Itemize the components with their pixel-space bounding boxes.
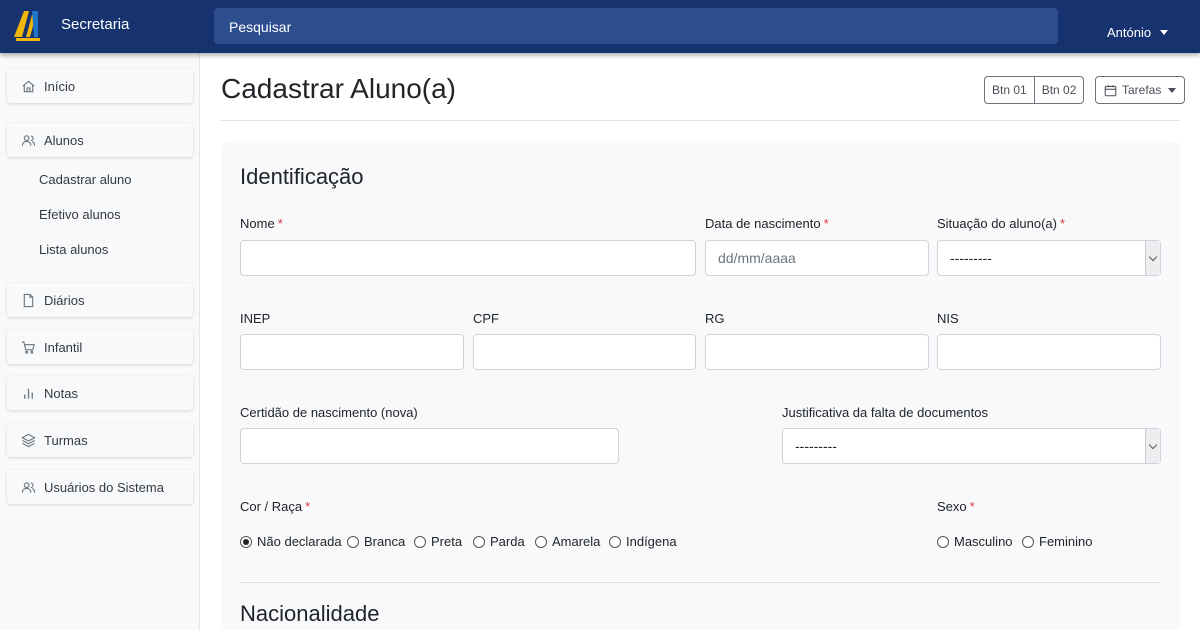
radio-preta[interactable]: Preta — [414, 534, 462, 549]
sidebar-item-inicio[interactable]: Início — [7, 69, 193, 103]
sidebar-item-label: Usuários do Sistema — [44, 479, 164, 495]
sidebar-subitem-cadastrar-aluno[interactable]: Cadastrar aluno — [39, 172, 132, 187]
radio-unchecked-icon — [609, 535, 621, 548]
sidebar-item-diarios[interactable]: Diários — [7, 283, 193, 317]
btn-01-button[interactable]: Btn 01 — [984, 76, 1035, 104]
inep-label: INEP — [240, 311, 271, 326]
radio-indigena[interactable]: Indígena — [609, 534, 677, 549]
sidebar-item-notas[interactable]: Notas — [7, 376, 193, 410]
user-menu[interactable]: António — [1107, 25, 1169, 40]
required-mark: * — [969, 499, 975, 514]
radio-unchecked-icon — [473, 535, 485, 548]
radio-branca[interactable]: Branca — [347, 534, 405, 549]
radio-amarela[interactable]: Amarela — [535, 534, 600, 549]
nome-field[interactable] — [240, 240, 696, 276]
inep-field[interactable] — [240, 334, 464, 370]
data-nascimento-label: Data de nascimento * — [705, 216, 829, 231]
caret-down-icon — [1160, 30, 1169, 35]
calendar-icon — [1104, 84, 1117, 96]
bar-chart-icon — [24, 388, 33, 399]
radio-checked-icon — [240, 535, 252, 548]
sidebar-item-label: Infantil — [44, 339, 83, 355]
tarefas-label: Tarefas — [1122, 83, 1162, 97]
cpf-label: CPF — [473, 311, 499, 326]
radio-unchecked-icon — [535, 535, 547, 548]
justificativa-select[interactable]: --------- — [782, 428, 1161, 464]
sidebar-item-usuarios-do-sistema[interactable]: Usuários do Sistema — [7, 470, 193, 504]
form-card — [221, 141, 1180, 630]
radio-unchecked-icon — [414, 535, 426, 548]
nis-label: NIS — [937, 311, 959, 326]
search-input[interactable]: Pesquisar — [214, 8, 1058, 44]
sidebar-item-label: Alunos — [44, 132, 84, 148]
section-title-identificacao: Identificação — [240, 164, 364, 189]
chevron-down-icon — [1145, 241, 1160, 275]
cart-icon — [21, 340, 35, 354]
data-nascimento-field[interactable]: dd/mm/aaaa — [705, 240, 929, 276]
certidao-field[interactable] — [240, 428, 619, 464]
radio-parda[interactable]: Parda — [473, 534, 525, 549]
radio-masculino[interactable]: Masculino — [937, 534, 1013, 549]
search-placeholder: Pesquisar — [229, 19, 292, 35]
cpf-field[interactable] — [473, 334, 696, 370]
logo — [14, 11, 40, 41]
brand[interactable]: Secretaria — [0, 0, 200, 53]
caret-down-icon — [1168, 87, 1177, 93]
layers-icon — [21, 433, 36, 447]
sidebar-subitem-lista-alunos[interactable]: Lista alunos — [39, 242, 108, 257]
sidebar-item-label: Notas — [44, 385, 78, 401]
required-mark: * — [305, 499, 311, 514]
certidao-label: Certidão de nascimento (nova) — [240, 405, 418, 420]
home-icon — [22, 80, 35, 92]
sidebar-subitem-efetivo-alunos[interactable]: Efetivo alunos — [39, 207, 121, 222]
sidebar-item-label: Turmas — [44, 432, 88, 448]
required-mark: * — [1059, 216, 1066, 231]
sidebar-item-label: Diários — [44, 292, 85, 308]
radio-feminino[interactable]: Feminino — [1022, 534, 1092, 549]
justificativa-label: Justificativa da falta de documentos — [782, 405, 988, 420]
justificativa-selected-value: --------- — [795, 438, 837, 454]
required-mark: * — [823, 216, 829, 231]
chevron-down-icon — [1145, 429, 1160, 463]
sexo-label: Sexo * — [937, 499, 975, 514]
section-divider — [240, 582, 1160, 583]
users-icon — [21, 481, 36, 493]
radio-unchecked-icon — [347, 535, 359, 548]
situacao-select[interactable]: --------- — [937, 240, 1161, 276]
nis-field[interactable] — [937, 334, 1161, 370]
top-navbar: Secretaria Pesquisar António — [0, 0, 1200, 53]
rg-label: RG — [705, 311, 725, 326]
page-title: Cadastrar Aluno(a) — [221, 73, 457, 104]
cor-raca-label: Cor / Raça * — [240, 499, 311, 514]
radio-nao-declarada[interactable]: Não declarada — [240, 534, 342, 549]
header-divider — [221, 120, 1180, 121]
radio-unchecked-icon — [937, 535, 949, 548]
section-title-nacionalidade: Nacionalidade — [240, 601, 380, 626]
sidebar-item-alunos[interactable]: Alunos — [7, 123, 193, 157]
users-icon — [21, 134, 36, 146]
tarefas-dropdown-button[interactable]: Tarefas — [1095, 76, 1186, 104]
sidebar-item-infantil[interactable]: Infantil — [7, 330, 193, 364]
situacao-label: Situação do aluno(a) * — [937, 216, 1066, 231]
radio-unchecked-icon — [1022, 535, 1034, 548]
sidebar-item-turmas[interactable]: Turmas — [7, 423, 193, 457]
required-mark: * — [277, 216, 283, 231]
rg-field[interactable] — [705, 334, 929, 370]
situacao-selected-value: --------- — [950, 250, 992, 266]
file-icon — [23, 293, 34, 307]
sidebar-item-label: Início — [44, 78, 76, 94]
user-name: António — [1107, 25, 1152, 40]
sidebar: Início Alunos Cadastrar aluno Efetivo al… — [0, 53, 200, 630]
btn-02-button[interactable]: Btn 02 — [1033, 76, 1085, 104]
header-button-group: Btn 01 Btn 02 — [984, 76, 1085, 104]
nome-label: Nome * — [240, 216, 283, 231]
app-name: Secretaria — [61, 16, 130, 33]
